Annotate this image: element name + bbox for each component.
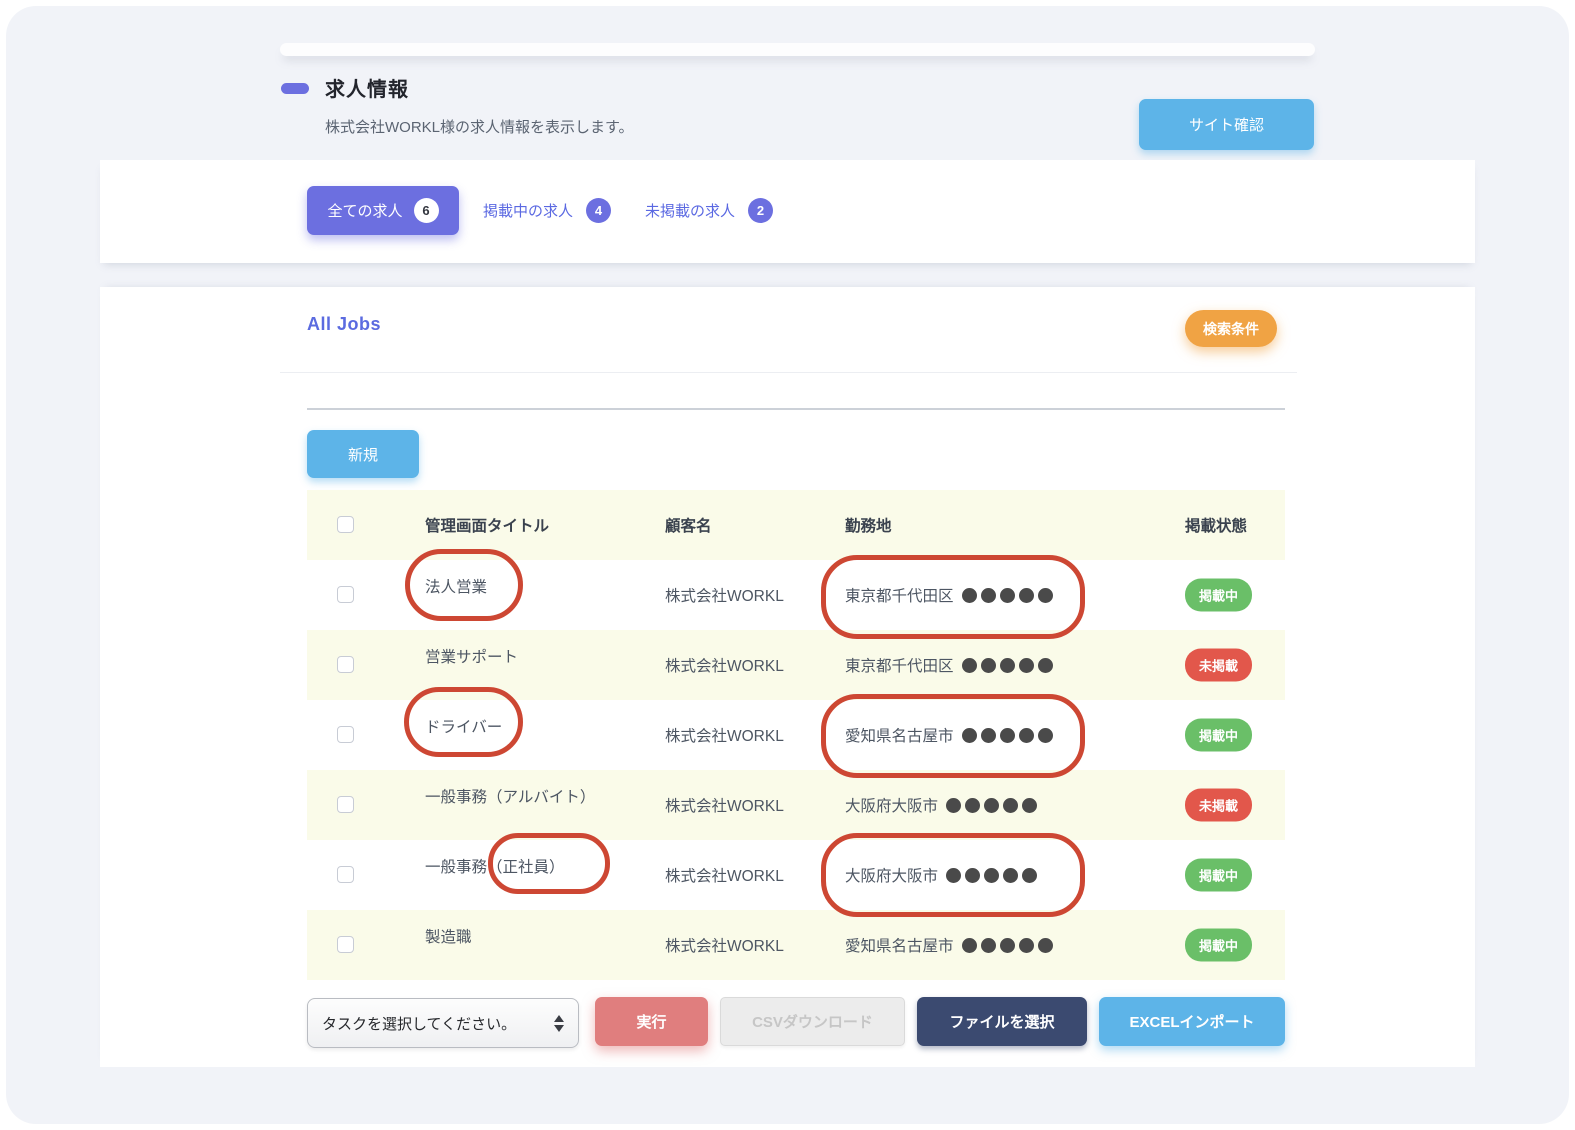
page-subtitle: 株式会社WORKL様の求人情報を表示します。 [325,119,634,136]
customer-name: 株式会社WORKL [665,658,784,675]
tab-all-jobs-label: 全ての求人 [327,203,403,220]
task-select[interactable]: タスクを選択してください。 [307,998,579,1048]
masked-dots [946,797,1038,813]
status-badge: 掲載中 [1185,928,1253,962]
tab-unpublished-jobs-label: 未掲載の求人 [645,203,736,220]
masked-dots [961,937,1053,953]
location-text: 東京都千代田区 [845,658,954,675]
table-row: 法人営業 株式会社WORKL 東京都千代田区 掲載中 [307,560,1285,630]
tab-all-jobs-count-badge: 6 [413,198,439,223]
location-text: 大阪府大阪市 [845,868,939,885]
status-badge: 掲載中 [1185,858,1253,892]
location-text: 東京都千代田区 [845,588,954,605]
status-badge: 掲載中 [1185,718,1253,752]
column-header-status: 掲載状態 [1185,518,1248,535]
page-title: 求人情報 [325,79,409,101]
customer-name: 株式会社WORKL [665,728,784,745]
job-location: 大阪府大阪市 [845,794,1038,816]
tab-unpublished-jobs-count-badge: 2 [748,198,774,223]
table-row: 営業サポート 株式会社WORKL 東京都千代田区 未掲載 [307,630,1285,700]
customer-name: 株式会社WORKL [665,868,784,885]
masked-dots [961,587,1053,603]
location-text: 大阪府大阪市 [845,798,939,815]
job-location: 大阪府大阪市 [845,864,1038,886]
job-location: 愛知県名古屋市 [845,724,1053,746]
table-body: 法人営業 株式会社WORKL 東京都千代田区 掲載中 営業サポート 株式会社WO… [307,560,1285,980]
divider [307,408,1285,410]
table-row: 一般事務（正社員） 株式会社WORKL 大阪府大阪市 掲載中 [307,840,1285,910]
customer-name: 株式会社WORKL [665,588,784,605]
tab-published-jobs[interactable]: 掲載中の求人 4 [483,186,612,235]
customer-name: 株式会社WORKL [665,798,784,815]
row-checkbox[interactable] [337,586,354,603]
tab-strip: 全ての求人 6 掲載中の求人 4 未掲載の求人 2 [100,160,1475,263]
tab-published-jobs-count-badge: 4 [586,198,612,223]
job-title[interactable]: ドライバー [425,715,502,737]
masked-dots [961,657,1053,673]
row-checkbox[interactable] [337,936,354,953]
row-checkbox[interactable] [337,866,354,883]
job-location: 東京都千代田区 [845,654,1053,676]
tab-unpublished-jobs[interactable]: 未掲載の求人 2 [645,186,774,235]
panel-heading: All Jobs [307,314,382,334]
task-select-value: タスクを選択してください。 [322,1015,517,1033]
job-title[interactable]: 製造職 [425,925,472,947]
location-text: 愛知県名古屋市 [845,938,954,955]
tab-published-jobs-label: 掲載中の求人 [483,203,574,220]
table-header-row: 管理画面タイトル 顧客名 勤務地 掲載状態 [307,490,1285,560]
excel-import-button[interactable]: EXCELインポート [1099,997,1285,1046]
customer-name: 株式会社WORKL [665,938,784,955]
select-arrows-icon [554,1014,564,1032]
table-row: 一般事務（アルバイト） 株式会社WORKL 大阪府大阪市 未掲載 [307,770,1285,840]
jobs-panel: All Jobs 検索条件 新規 管理画面タイトル 顧客名 勤務地 掲載状態 法… [100,287,1475,1067]
row-checkbox[interactable] [337,656,354,673]
status-badge: 掲載中 [1185,578,1253,612]
tab-all-jobs[interactable]: 全ての求人 6 [307,186,459,235]
job-title[interactable]: 一般事務（正社員） [425,855,565,877]
column-header-title: 管理画面タイトル [425,518,550,535]
new-job-button[interactable]: 新規 [307,430,419,478]
job-location: 東京都千代田区 [845,584,1053,606]
stacked-card-edge [280,43,1315,56]
column-header-customer: 顧客名 [665,518,712,535]
csv-download-button: CSVダウンロード [720,997,905,1046]
job-location: 愛知県名古屋市 [845,934,1053,956]
search-conditions-button[interactable]: 検索条件 [1185,310,1277,347]
row-checkbox[interactable] [337,796,354,813]
divider [280,372,1297,373]
table-row: 製造職 株式会社WORKL 愛知県名古屋市 掲載中 [307,910,1285,980]
job-title[interactable]: 一般事務（アルバイト） [425,785,595,807]
status-badge: 未掲載 [1185,648,1253,682]
row-checkbox[interactable] [337,726,354,743]
table-row: ドライバー 株式会社WORKL 愛知県名古屋市 掲載中 [307,700,1285,770]
masked-dots [961,727,1053,743]
masked-dots [946,867,1038,883]
status-badge: 未掲載 [1185,788,1253,822]
job-title[interactable]: 営業サポート [425,645,518,667]
location-text: 愛知県名古屋市 [845,728,954,745]
execute-button[interactable]: 実行 [595,997,708,1046]
site-check-button[interactable]: サイト確認 [1139,99,1314,150]
jobs-table: 管理画面タイトル 顧客名 勤務地 掲載状態 法人営業 株式会社WORKL 東京都… [307,490,1285,980]
column-header-location: 勤務地 [845,518,892,535]
page: 求人情報 株式会社WORKL様の求人情報を表示します。 サイト確認 全ての求人 … [0,0,1575,1130]
select-all-checkbox[interactable] [337,516,354,533]
job-title[interactable]: 法人営業 [425,575,487,597]
file-select-button[interactable]: ファイルを選択 [917,997,1087,1046]
title-dash-icon [281,83,309,94]
